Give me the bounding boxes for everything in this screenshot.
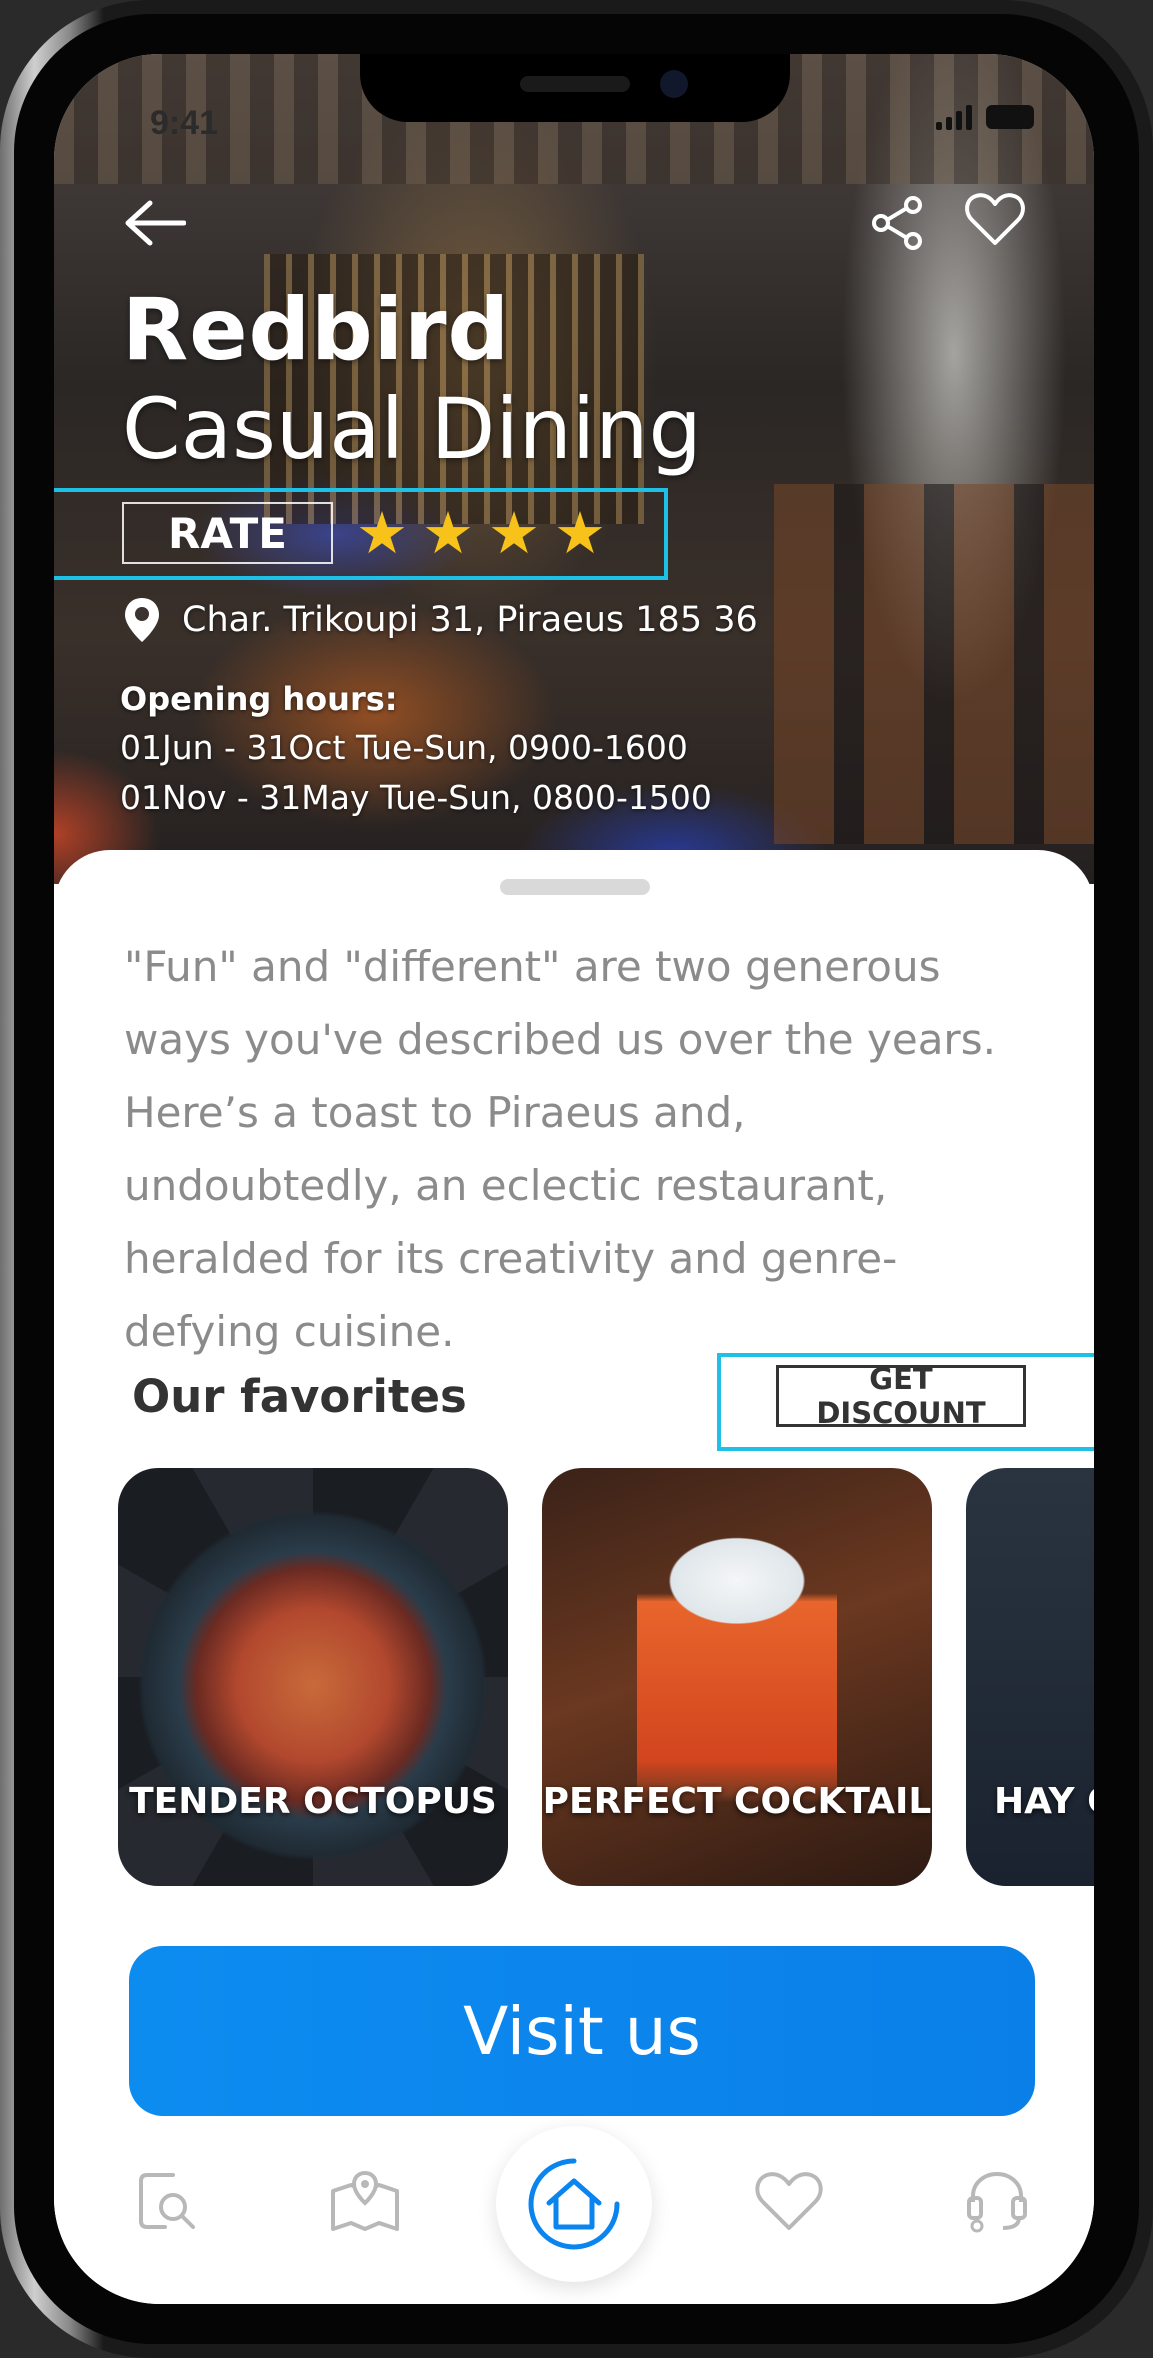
- signal-icon: [936, 104, 972, 130]
- details-sheet: "Fun" and "different" are two generous w…: [54, 850, 1094, 2304]
- search-icon: [139, 2173, 195, 2229]
- restaurant-category: Casual Dining: [122, 380, 702, 478]
- rating-stars[interactable]: ★ ★ ★ ★: [356, 501, 606, 565]
- back-button[interactable]: [120, 188, 190, 258]
- rate-button[interactable]: RATE: [122, 502, 333, 564]
- status-indicators: [936, 104, 1034, 130]
- favorite-card[interactable]: HAY C: [966, 1468, 1094, 1886]
- share-icon: [872, 196, 922, 250]
- opening-hours-line: 01Jun - 31Oct Tue-Sun, 0900-1600: [120, 728, 688, 767]
- nav-home[interactable]: [496, 2126, 652, 2282]
- nav-support[interactable]: [952, 2156, 1042, 2246]
- map-icon: [331, 2170, 399, 2231]
- favorite-card-label: TENDER OCTOPUS: [129, 1781, 497, 1822]
- heart-outline-icon: [965, 193, 1025, 245]
- star-icon[interactable]: ★: [422, 501, 474, 565]
- back-arrow-icon: [125, 200, 186, 246]
- support-icon: [967, 2171, 1027, 2233]
- address-row[interactable]: Char. Trikoupi 31, Piraeus 185 36: [122, 596, 758, 644]
- heart-icon: [755, 2172, 823, 2230]
- nav-search[interactable]: [122, 2156, 212, 2246]
- restaurant-name: Redbird: [122, 280, 511, 380]
- favorite-card[interactable]: TENDER OCTOPUS: [118, 1468, 508, 1886]
- star-icon[interactable]: ★: [356, 501, 408, 565]
- visit-us-button[interactable]: Visit us: [129, 1946, 1035, 2116]
- favorites-carousel[interactable]: TENDER OCTOPUS PERFECT COCKTAIL HAY C: [118, 1468, 1094, 1886]
- status-time: 9:41: [150, 104, 219, 142]
- sheet-drag-handle[interactable]: [500, 879, 650, 895]
- home-icon: [528, 2158, 620, 2250]
- get-discount-button[interactable]: GET DISCOUNT: [776, 1362, 1026, 1430]
- star-icon[interactable]: ★: [488, 501, 540, 565]
- camera-notch: [360, 54, 790, 122]
- favorites-heading: Our favorites: [132, 1370, 467, 1423]
- favorite-button[interactable]: [960, 184, 1030, 254]
- location-pin-icon: [125, 598, 159, 642]
- battery-icon: [986, 105, 1034, 129]
- favorite-card[interactable]: PERFECT COCKTAIL: [542, 1468, 932, 1886]
- favorite-card-label: PERFECT COCKTAIL: [542, 1781, 932, 1822]
- address-text: Char. Trikoupi 31, Piraeus 185 36: [182, 600, 758, 640]
- front-camera: [660, 70, 688, 98]
- bottom-navigation: [54, 2116, 1094, 2304]
- opening-hours-line: 01Nov - 31May Tue-Sun, 0800-1500: [120, 778, 712, 817]
- share-button[interactable]: [862, 188, 932, 258]
- speaker-grille: [520, 76, 630, 92]
- restaurant-description: "Fun" and "different" are two generous w…: [124, 942, 996, 1356]
- star-icon[interactable]: ★: [554, 501, 606, 565]
- nav-favorites[interactable]: [744, 2156, 834, 2246]
- opening-hours-label: Opening hours:: [120, 680, 398, 718]
- app-screen: 9:41 Redbird Casual Dining RATE ★ ★ ★ ★: [54, 54, 1094, 2304]
- favorite-card-label: HAY C: [994, 1781, 1094, 1822]
- nav-map[interactable]: [320, 2156, 410, 2246]
